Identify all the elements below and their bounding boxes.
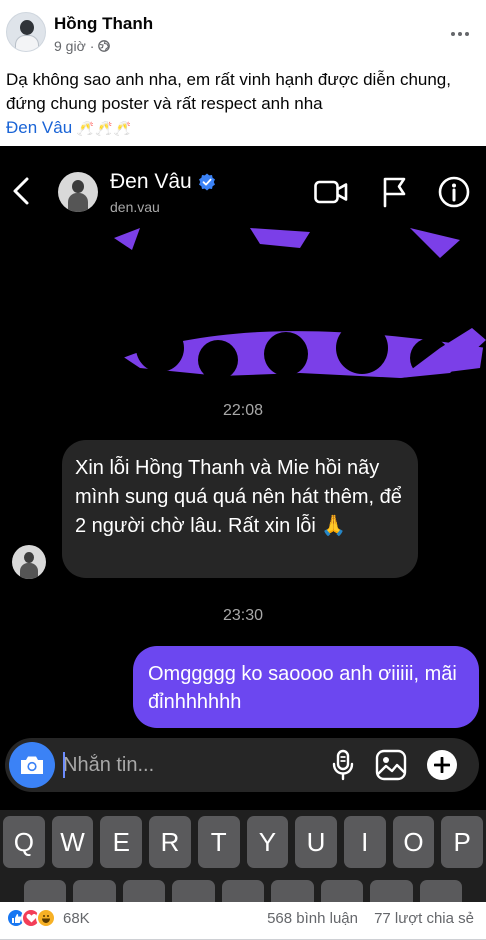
haha-reaction-icon	[36, 908, 56, 928]
key[interactable]	[172, 880, 215, 902]
keyboard: Q W E R T Y U I O P	[0, 810, 486, 902]
sent-message-text: Omggggg ko saoooo anh ơiiiii, mãi đỉnhhh…	[148, 663, 457, 713]
contact-name-text: Đen Vâu	[110, 170, 192, 193]
toast-emoji: 🥂🥂🥂	[76, 120, 133, 136]
reactions-summary[interactable]: 68K	[6, 908, 90, 928]
more-options-button[interactable]	[448, 22, 472, 46]
key-p[interactable]: P	[441, 816, 484, 868]
sender-avatar[interactable]	[12, 545, 46, 579]
message-composer	[5, 738, 479, 792]
post-body: Dạ không sao anh nha, em rất vinh hạnh đ…	[6, 70, 451, 113]
key[interactable]	[122, 880, 166, 902]
key[interactable]	[221, 880, 265, 902]
keyboard-row-middle	[0, 880, 486, 902]
key-y[interactable]: Y	[246, 816, 289, 868]
gallery-icon[interactable]	[375, 749, 407, 781]
comments-count-link[interactable]: 568 bình luận	[267, 910, 358, 927]
key-q[interactable]: Q	[3, 816, 45, 868]
received-message-text: Xin lỗi Hồng Thanh và Mie hồi nãy mình s…	[75, 457, 402, 537]
redacted-image	[100, 228, 486, 380]
info-icon[interactable]	[438, 176, 470, 208]
received-message-bubble[interactable]: Xin lỗi Hồng Thanh và Mie hồi nãy mình s…	[62, 440, 418, 578]
flag-icon[interactable]	[382, 176, 408, 208]
text-cursor	[63, 752, 65, 778]
contact-name[interactable]: Đen Vâu	[110, 170, 216, 194]
message-timestamp: 23:30	[222, 607, 264, 624]
key[interactable]	[419, 880, 462, 902]
verified-icon	[198, 173, 215, 191]
author-name[interactable]: Hồng Thanh	[54, 14, 153, 34]
post-text: Dạ không sao anh nha, em rất vinh hạnh đ…	[6, 68, 480, 140]
key[interactable]	[24, 880, 67, 902]
post-footer: 68K 568 bình luận 77 lượt chia sẻ	[0, 902, 486, 940]
message-timestamp: 22:08	[222, 402, 264, 419]
camera-icon	[21, 756, 43, 774]
key[interactable]	[370, 880, 413, 902]
dm-header: Đen Vâu den.vau	[0, 146, 486, 226]
meta-separator: ·	[89, 38, 95, 54]
post-meta: 9 giờ ·	[54, 38, 111, 54]
reaction-count: 68K	[63, 909, 90, 927]
sent-message-bubble[interactable]: Omggggg ko saoooo anh ơiiiii, mãi đỉnhhh…	[133, 646, 479, 728]
keyboard-row-top: Q W E R T Y U I O P	[0, 816, 486, 868]
camera-button[interactable]	[9, 742, 55, 788]
add-button[interactable]	[427, 750, 457, 780]
back-icon[interactable]	[10, 176, 32, 206]
key-t[interactable]: T	[197, 816, 240, 868]
key-e[interactable]: E	[100, 816, 143, 868]
video-call-icon[interactable]	[314, 180, 348, 204]
contact-avatar[interactable]	[58, 172, 98, 212]
key[interactable]	[73, 880, 116, 902]
message-input[interactable]	[61, 747, 321, 783]
more-icon	[451, 32, 455, 36]
key[interactable]	[271, 880, 314, 902]
globe-icon	[98, 40, 111, 52]
contact-handle: den.vau	[110, 199, 160, 215]
key-o[interactable]: O	[392, 816, 435, 868]
key-i[interactable]: I	[343, 816, 386, 868]
plus-icon	[434, 757, 450, 773]
key-u[interactable]: U	[295, 816, 337, 868]
key[interactable]	[320, 880, 364, 902]
mention-link[interactable]: Đen Vâu	[6, 118, 72, 137]
post-header: Hồng Thanh 9 giờ ·	[0, 0, 486, 64]
key-r[interactable]: R	[149, 816, 191, 868]
key-w[interactable]: W	[51, 816, 94, 868]
mic-icon[interactable]	[331, 749, 355, 781]
post-image[interactable]: Đen Vâu den.vau 22:08 Xin lỗi Hồng Thanh…	[0, 146, 486, 902]
author-avatar[interactable]	[6, 12, 46, 52]
post-time[interactable]: 9 giờ	[54, 38, 86, 54]
shares-count-link[interactable]: 77 lượt chia sẻ	[374, 910, 474, 927]
